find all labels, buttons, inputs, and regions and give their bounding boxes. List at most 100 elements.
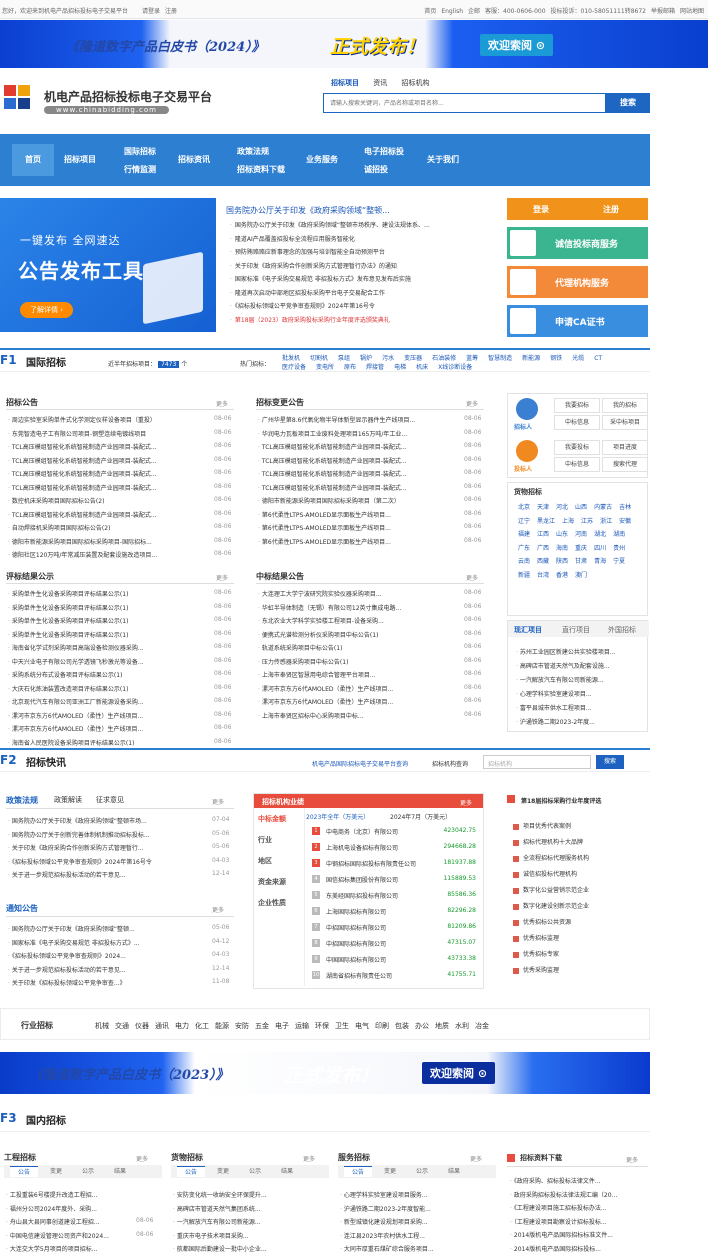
domestic-item[interactable]: 沪通铁路二期2023-2年度智能... bbox=[340, 1204, 468, 1213]
domestic-title[interactable]: 服务招标 bbox=[338, 1152, 370, 1163]
side-project-item[interactable]: 苏州工业园区新建公共实验楼项目... bbox=[516, 647, 644, 656]
industry-link[interactable]: 电子 bbox=[275, 1022, 289, 1030]
domestic-item[interactable]: 中国电信建设管理公司资产和2024... bbox=[6, 1231, 134, 1240]
ranking-row[interactable]: 4 国信招标集团股份有限公司 115889.53 bbox=[312, 872, 482, 886]
bidder-action[interactable]: 中标信息 bbox=[554, 457, 600, 472]
list-title[interactable]: 招标变更公告 bbox=[256, 397, 304, 408]
hot-tag[interactable]: 污水 bbox=[382, 354, 394, 363]
more-link[interactable]: 更多 bbox=[212, 905, 224, 914]
hot-tag[interactable]: 蓝筹 bbox=[466, 354, 478, 363]
industry-link[interactable]: 卫生 bbox=[335, 1022, 349, 1030]
list-item[interactable]: 采购单件生化设备采购项目评标结果公示(1) bbox=[8, 630, 202, 639]
domestic-tab[interactable]: 结果 bbox=[273, 1166, 301, 1177]
search-tab-news[interactable]: 资讯 bbox=[373, 79, 387, 87]
region-link[interactable]: 河北 bbox=[556, 501, 568, 515]
ranking-category[interactable]: 中标金额 bbox=[258, 814, 304, 824]
industry-link[interactable]: 电气 bbox=[355, 1022, 369, 1030]
search-button[interactable]: 搜索 bbox=[606, 93, 650, 113]
news-item-highlight[interactable]: 第18届（2023）政府采购投标采购行业年度评选颁奖典礼 bbox=[230, 315, 500, 324]
region-link[interactable]: 湖北 bbox=[594, 528, 606, 542]
service-agency[interactable]: 代理机构服务 bbox=[507, 266, 648, 298]
list-item[interactable]: 周边实验室采购单件式化学测定仪样设备项目（重投） bbox=[8, 415, 202, 424]
award-item[interactable]: 优秀招标专家 bbox=[513, 949, 559, 958]
top-link[interactable]: 网站地图 bbox=[680, 8, 704, 15]
region-link[interactable]: 北京 bbox=[518, 501, 530, 515]
ranking-row[interactable]: 3 中钢招标国际招投标有限责任公司 181937.88 bbox=[312, 856, 482, 870]
tab-policy[interactable]: 政策法规 bbox=[6, 795, 38, 806]
industry-link[interactable]: 电力 bbox=[175, 1022, 189, 1030]
industry-link[interactable]: 办公 bbox=[415, 1022, 429, 1030]
industry-link[interactable]: 地质 bbox=[435, 1022, 449, 1030]
policy-item[interactable]: 关于印发《政府采购合作创新采购方式管理暂行... bbox=[8, 843, 202, 852]
list-item[interactable]: 采购单件生化设备采购项目评标结果公示(1) bbox=[8, 616, 202, 625]
tender-action[interactable]: 采中标项目 bbox=[602, 415, 648, 430]
domestic-tab[interactable]: 公示 bbox=[74, 1166, 102, 1177]
more-link[interactable]: 更多 bbox=[216, 573, 228, 582]
list-title[interactable]: 招标公告 bbox=[6, 397, 38, 408]
list-item[interactable]: 第6代柔性LTPS-AMOLED显示面板生产线项目... bbox=[258, 537, 452, 546]
hot-tag[interactable]: 批发机 bbox=[282, 354, 300, 363]
region-link[interactable]: 陕西 bbox=[556, 555, 568, 569]
news-item[interactable]: 隆道再次启动中部地区招投标采购平台电子交易配合工作 bbox=[230, 288, 500, 297]
notice-item[interactable]: 《招标投标领域公平竞争审查规则》2024... bbox=[8, 951, 202, 960]
list-item[interactable]: 数控机床采购项目国际招标公告(2) bbox=[8, 496, 202, 505]
list-item[interactable]: 漯河市京东方6代AMOLED（柔性）生产线项目... bbox=[8, 724, 202, 733]
more-link[interactable]: 更多 bbox=[466, 573, 478, 582]
top-link[interactable]: 首页 bbox=[424, 8, 436, 15]
policy-item[interactable]: 国务院办公厅关于印发《政府采购领域“整顿市场... bbox=[8, 816, 202, 825]
award-item[interactable]: 诚信招投标代理机构 bbox=[513, 869, 577, 878]
more-link[interactable]: 更多 bbox=[136, 1154, 148, 1163]
award-item[interactable]: 招标代理机构十大品牌 bbox=[513, 837, 583, 846]
ranking-row[interactable]: 7 中招国际招标有限公司 81209.86 bbox=[312, 920, 482, 934]
award-item[interactable]: 优秀招标公共资源 bbox=[513, 917, 571, 926]
award-item[interactable]: 优秀招标监理 bbox=[513, 933, 559, 942]
nav-integrity[interactable]: 诚招投 bbox=[364, 164, 388, 175]
domestic-item[interactable]: 心理学科实验室建设项目服务... bbox=[340, 1190, 468, 1199]
region-link[interactable]: 山西 bbox=[575, 501, 587, 515]
download-item[interactable]: 2014版机电产品国际招标标准文件... bbox=[510, 1230, 646, 1239]
download-item[interactable]: 《工程建设项目施工招标投标办法... bbox=[510, 1203, 646, 1212]
hot-tag[interactable]: 光缆 bbox=[572, 354, 584, 363]
list-item[interactable]: 华虹半导体制造（无锡）有限公司12英寸集成电路... bbox=[258, 603, 452, 612]
login-link[interactable]: 请登录 bbox=[142, 8, 160, 15]
domestic-tab[interactable]: 变更 bbox=[42, 1166, 70, 1177]
bidder-action[interactable]: 搜索代理 bbox=[602, 457, 648, 472]
hot-tag[interactable]: 石油装修 bbox=[432, 354, 456, 363]
news-item[interactable]: 《招标投标领域公平竞争审查规则》2024年第16号令 bbox=[230, 301, 500, 310]
domestic-tab[interactable]: 结果 bbox=[106, 1166, 134, 1177]
industry-link[interactable]: 五金 bbox=[255, 1022, 269, 1030]
whitepaper-banner-2023[interactable]: 《隆道数字产品白皮书（2023）》 正式发布！ 欢迎索阅 ⊙ bbox=[0, 1052, 650, 1094]
industry-link[interactable]: 环保 bbox=[315, 1022, 329, 1030]
region-link[interactable]: 吉林 bbox=[619, 501, 631, 515]
agency-name[interactable]: 中国国际招标有限公司 bbox=[326, 955, 386, 964]
region-link[interactable]: 浙江 bbox=[600, 515, 612, 529]
domestic-tab[interactable]: 公告 bbox=[344, 1166, 372, 1177]
policy-item[interactable]: 国务院办公厅关于创新完善体制机制推动招标投标... bbox=[8, 830, 202, 839]
industry-link[interactable]: 通讯 bbox=[155, 1022, 169, 1030]
domestic-title[interactable]: 工程招标 bbox=[4, 1152, 36, 1163]
award-item[interactable]: 数字化建设创新示范企业 bbox=[513, 901, 589, 910]
hot-tag[interactable]: 原布 bbox=[344, 363, 356, 372]
tender-action[interactable]: 我的招标 bbox=[602, 398, 648, 413]
domestic-tab[interactable]: 公告 bbox=[177, 1166, 205, 1177]
policy-item[interactable]: 《招标投标领域公平竞争审查规则》2024年第16号令 bbox=[8, 857, 202, 866]
side-project-item[interactable]: 沪通铁路二期2023-2年度... bbox=[516, 717, 644, 726]
side-project-item[interactable]: 高碑店市管道天然气及配套设施... bbox=[516, 661, 644, 670]
hot-tag[interactable]: 切割机 bbox=[310, 354, 328, 363]
domestic-item[interactable]: 一汽解放汽车有限公司新能源... bbox=[173, 1217, 301, 1226]
list-item[interactable]: 海南省化学试剂采购项目高端设备检测仪器采购... bbox=[8, 643, 202, 652]
list-item[interactable]: TCL高压模组智能化系统智能制造产业园项目-装配式... bbox=[8, 442, 202, 451]
top-link[interactable]: 企邮 bbox=[468, 8, 480, 15]
nav-home[interactable]: 首页 bbox=[12, 144, 54, 176]
ranking-more[interactable]: 更多 bbox=[460, 798, 472, 807]
hot-tag[interactable]: 电梯 bbox=[394, 363, 406, 372]
domestic-tab[interactable]: 变更 bbox=[376, 1166, 404, 1177]
top-link[interactable]: 投标投诉：010-58051111转8672 bbox=[551, 8, 646, 15]
agency-name[interactable]: 上海国际招标有限公司 bbox=[326, 907, 386, 916]
search-tab-projects[interactable]: 招标项目 bbox=[331, 79, 359, 87]
bidder-action[interactable]: 项目进度 bbox=[602, 440, 648, 455]
notice-item[interactable]: 国务院办公厅关于印发《政府采购领域“整顿... bbox=[8, 924, 202, 933]
downloads-title[interactable]: 招标资料下载 bbox=[520, 1153, 562, 1163]
region-link[interactable]: 重庆 bbox=[575, 542, 587, 556]
service-integrity[interactable]: 诚信投标商服务 bbox=[507, 227, 648, 259]
